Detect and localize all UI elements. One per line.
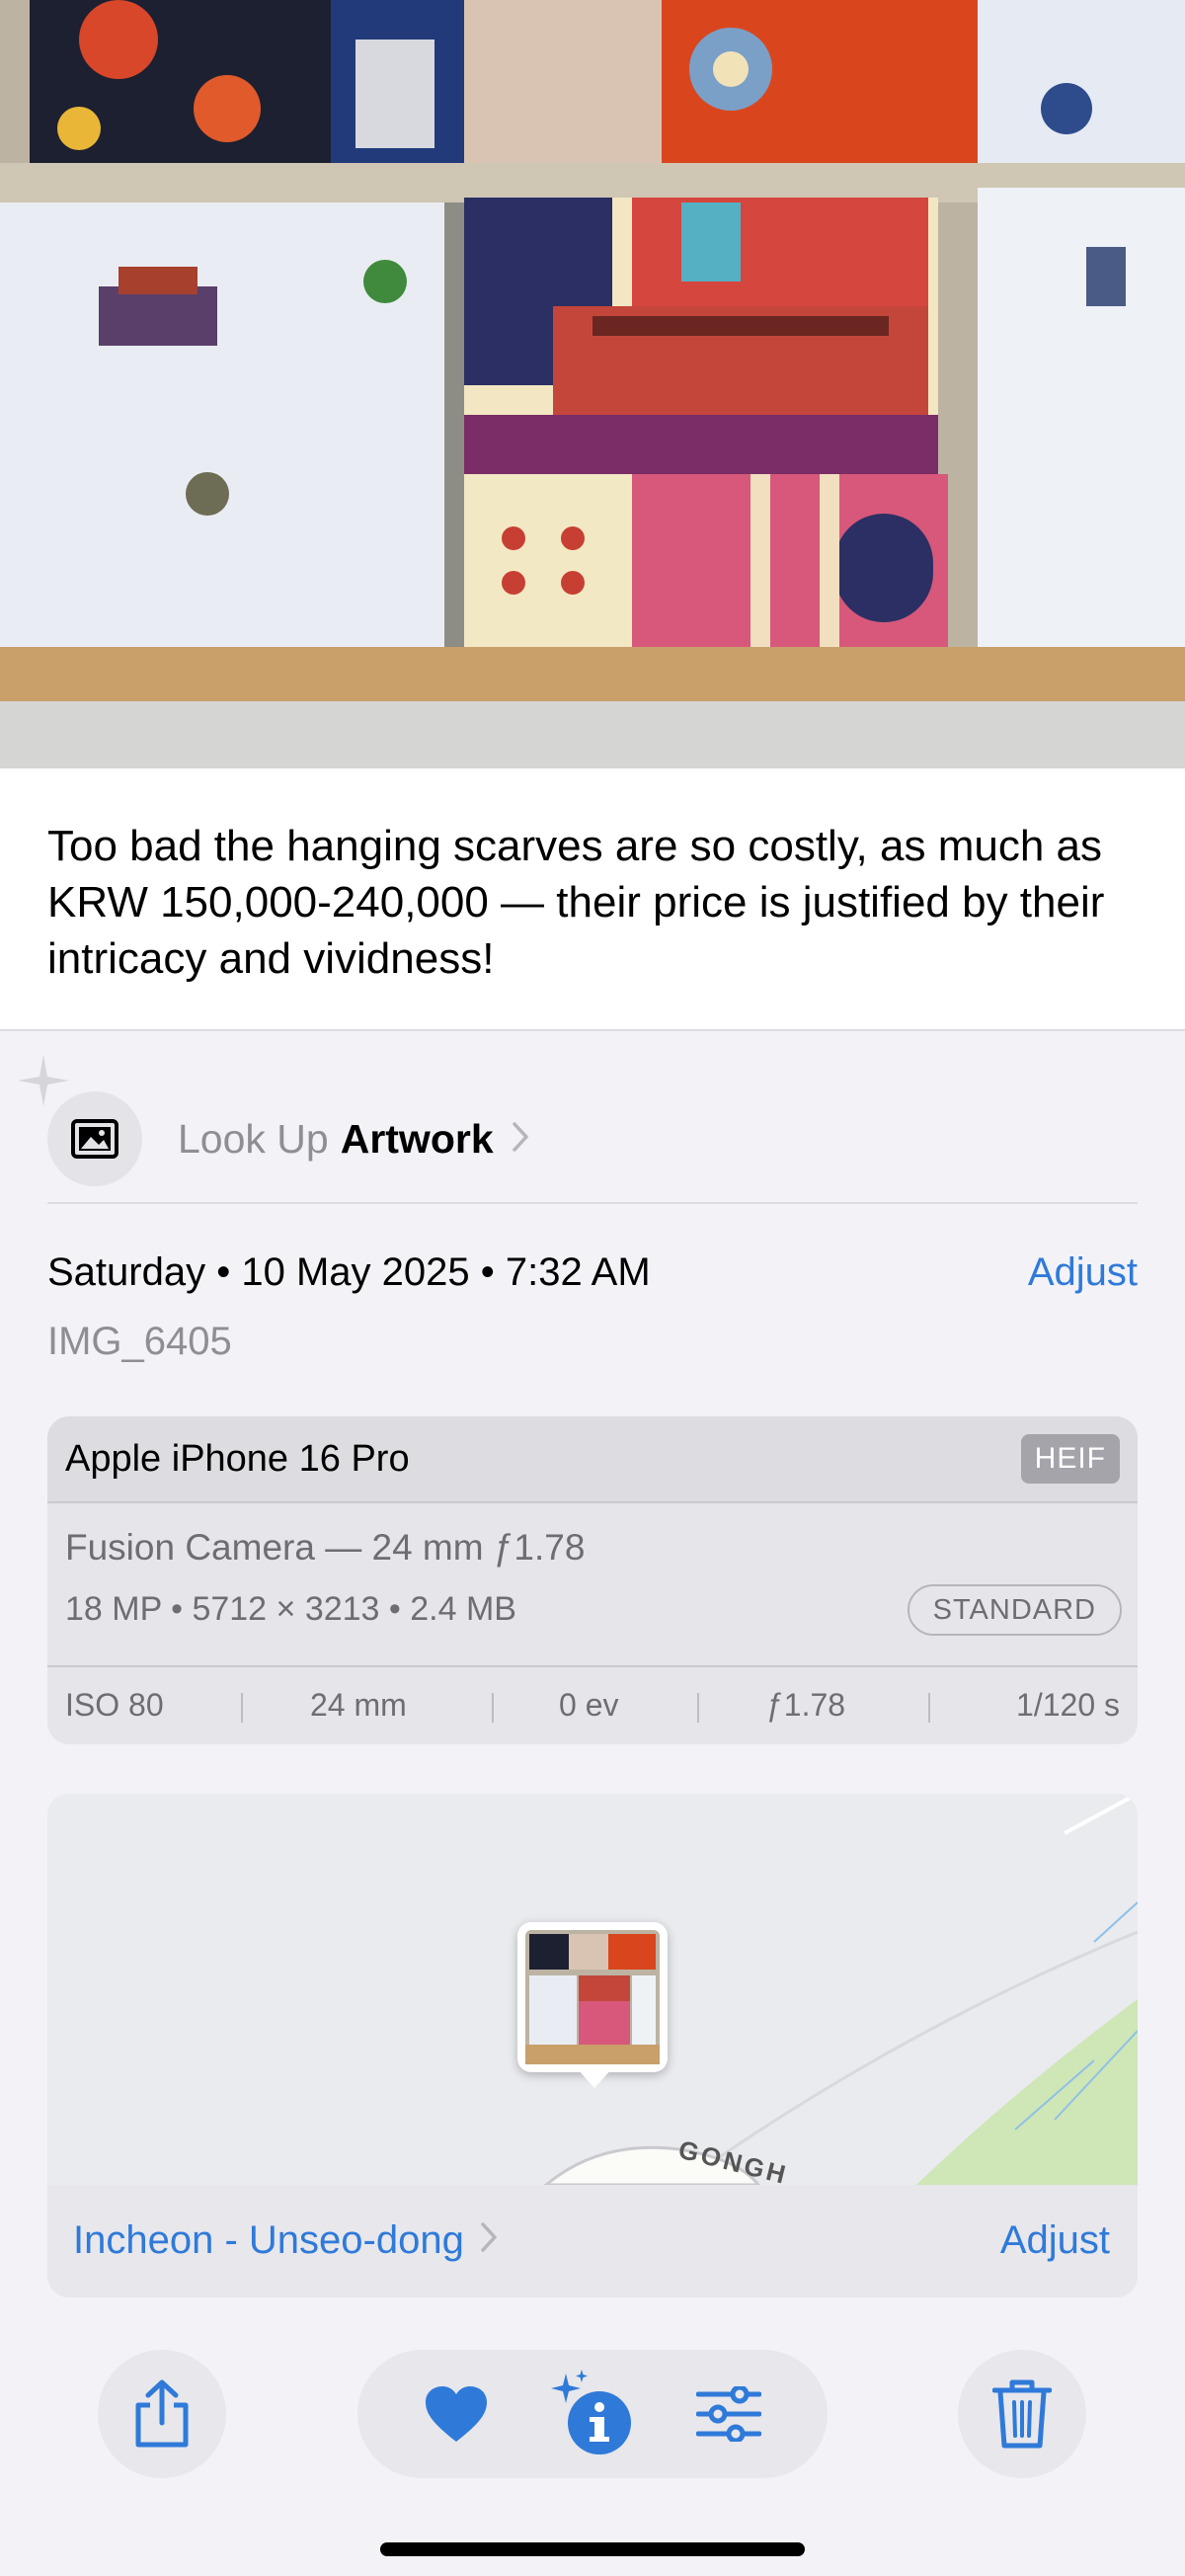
edit-button[interactable]	[665, 2350, 793, 2478]
date-value: 10 May 2025	[241, 1250, 470, 1294]
look-up-artwork-row[interactable]: Look Up Artwork	[0, 1031, 1185, 1205]
chevron-right-icon	[512, 1116, 529, 1163]
exif-focal-length: 24 mm	[310, 1687, 407, 1723]
share-button[interactable]	[98, 2350, 226, 2478]
exif-exposure: 0 ev	[559, 1687, 619, 1723]
adjust-date-button[interactable]: Adjust	[1028, 1250, 1138, 1295]
location-link[interactable]: Incheon - Unseo-dong	[73, 2218, 498, 2263]
time-value: 7:32 AM	[505, 1250, 651, 1294]
exif-row: ISO 80 24 mm 0 ev ƒ1.78 1/120 s	[47, 1665, 1138, 1744]
photo-image	[0, 0, 1185, 768]
exif-iso: ISO 80	[65, 1687, 164, 1723]
file-name: IMG_6405	[47, 1320, 232, 1363]
info-button[interactable]	[528, 2350, 657, 2478]
artwork-icon	[47, 1091, 142, 1186]
share-icon	[135, 2379, 189, 2448]
exif-separator	[928, 1693, 930, 1723]
photo-datetime: Saturday • 10 May 2025 • 7:32 AM	[47, 1250, 651, 1295]
photo-caption[interactable]: Too bad the hanging scarves are so costl…	[0, 768, 1185, 1031]
image-specs: 18 MP • 5712 × 3213 • 2.4 MB	[65, 1590, 516, 1628]
camera-info-card: Apple iPhone 16 Pro HEIF Fusion Camera —…	[47, 1416, 1138, 1744]
photo-style-badge: STANDARD	[907, 1584, 1122, 1636]
favorite-button[interactable]	[392, 2350, 520, 2478]
location-map-card[interactable]: GONGH Incheon - Unseo-dong Adjust	[47, 1794, 1138, 2297]
photo-viewer[interactable]	[0, 0, 1185, 768]
exif-shutter: 1/120 s	[1016, 1687, 1120, 1723]
date-day: Saturday	[47, 1250, 206, 1294]
format-badge: HEIF	[1020, 1434, 1120, 1484]
location-bar: Incheon - Unseo-dong Adjust	[47, 2185, 1138, 2297]
section-divider	[47, 1202, 1138, 1204]
location-name: Incheon - Unseo-dong	[73, 2218, 464, 2262]
info-sparkle-icon	[551, 2370, 631, 2455]
trash-icon	[992, 2379, 1052, 2449]
chevron-right-icon	[480, 2218, 498, 2263]
look-up-subject: Artwork	[340, 1116, 494, 1162]
adjust-location-button[interactable]: Adjust	[1000, 2218, 1110, 2263]
camera-lens: Fusion Camera — 24 mm ƒ1.78	[65, 1527, 586, 1568]
heart-icon	[426, 2386, 487, 2442]
exif-separator	[492, 1693, 494, 1723]
exif-aperture: ƒ1.78	[766, 1687, 846, 1723]
pin-pointer	[577, 2068, 612, 2088]
exif-separator	[241, 1693, 243, 1723]
camera-header: Apple iPhone 16 Pro HEIF	[47, 1416, 1138, 1503]
photo-location-pin[interactable]	[517, 1922, 668, 2072]
date-separator: •	[216, 1250, 231, 1294]
camera-model: Apple iPhone 16 Pro	[65, 1438, 410, 1480]
delete-button[interactable]	[958, 2350, 1086, 2478]
home-indicator[interactable]	[380, 2542, 805, 2556]
adjust-sliders-icon	[696, 2386, 761, 2442]
exif-separator	[697, 1693, 699, 1723]
date-separator: •	[480, 1250, 495, 1294]
look-up-label: Look Up	[178, 1116, 329, 1162]
photo-actions-group	[357, 2350, 828, 2478]
